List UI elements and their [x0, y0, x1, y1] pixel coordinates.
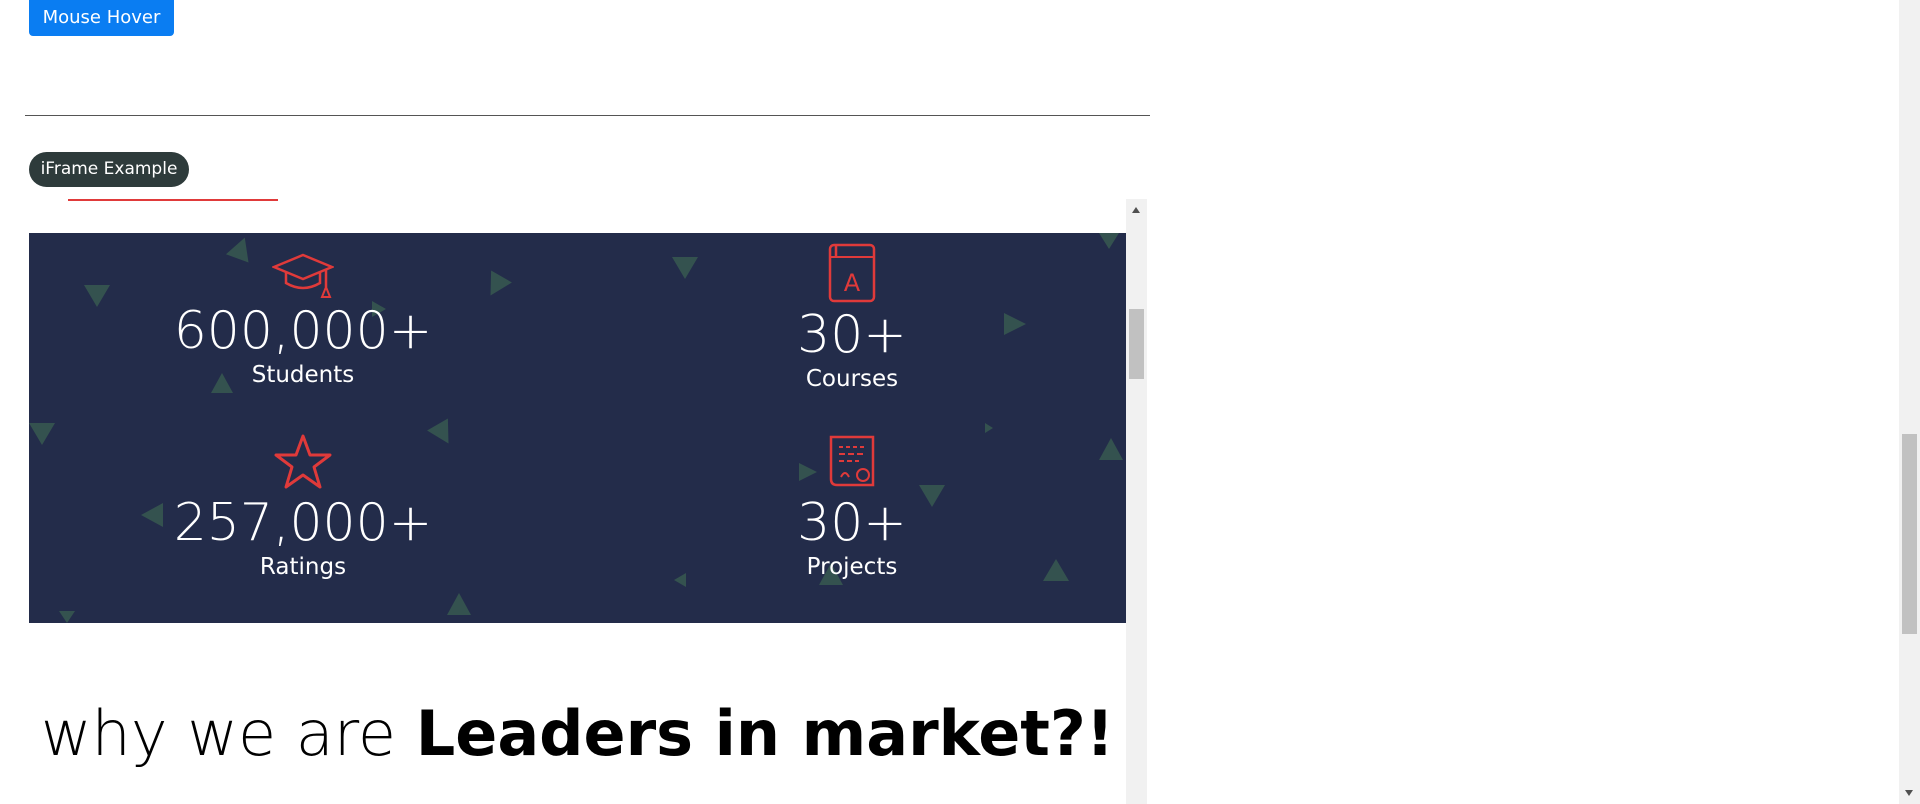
decor-triangle	[59, 611, 75, 623]
headline: why we are Leaders in market?!	[29, 699, 1126, 769]
certificate-icon	[829, 435, 875, 487]
stat-label: Ratings	[259, 554, 347, 580]
stat-ratings: 257,000+ Ratings	[103, 433, 503, 581]
iframe-frame[interactable]: 600,000+ Students A 30+ Courses 257,000+…	[29, 199, 1147, 804]
decor-triangle	[29, 423, 55, 445]
stat-projects: 30+ Projects	[652, 433, 1052, 581]
page-scrollbar[interactable]	[1899, 0, 1920, 804]
stat-label: Courses	[805, 366, 899, 392]
stat-suffix: +	[863, 305, 907, 365]
stat-value: 257,000	[173, 493, 389, 553]
decor-triangle	[1099, 438, 1123, 460]
stat-suffix: +	[863, 493, 907, 553]
decor-triangle	[1099, 233, 1119, 249]
headline-light: why we are	[40, 697, 416, 770]
stat-suffix: +	[388, 301, 433, 361]
decor-triangle	[985, 423, 993, 433]
stat-suffix: +	[388, 493, 433, 553]
graduation-cap-icon	[272, 253, 334, 298]
scroll-up-arrow-icon[interactable]	[1132, 207, 1140, 213]
svg-text:A: A	[844, 269, 861, 297]
book-icon: A	[828, 243, 876, 303]
mouse-hover-button[interactable]: Mouse Hover	[29, 0, 174, 36]
stat-value: 600,000	[173, 301, 389, 361]
star-icon	[274, 434, 332, 489]
red-underline	[68, 199, 278, 201]
headline-bold: Leaders in market?!	[415, 697, 1115, 770]
iframe-content: 600,000+ Students A 30+ Courses 257,000+…	[29, 199, 1126, 804]
iframe-scroll-thumb[interactable]	[1129, 309, 1144, 379]
stat-label: Students	[251, 362, 355, 388]
stat-courses: A 30+ Courses	[652, 243, 1052, 393]
decor-triangle	[447, 593, 471, 615]
stat-value: 30	[797, 305, 864, 365]
page-scroll-thumb[interactable]	[1902, 434, 1917, 634]
stat-value: 30	[797, 493, 864, 553]
divider	[25, 115, 1150, 116]
scroll-down-arrow-icon[interactable]	[1905, 790, 1913, 796]
stats-section: 600,000+ Students A 30+ Courses 257,000+…	[29, 233, 1126, 623]
stat-students: 600,000+ Students	[103, 253, 503, 389]
stat-label: Projects	[806, 554, 898, 580]
iframe-example-label: iFrame Example	[29, 152, 189, 187]
iframe-scrollbar[interactable]	[1126, 199, 1147, 804]
